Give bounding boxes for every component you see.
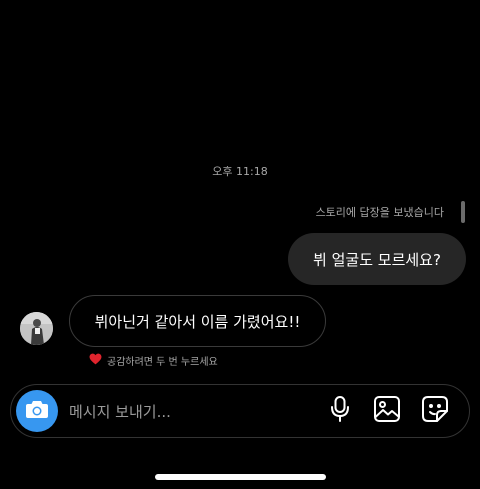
sticker-button[interactable] bbox=[420, 396, 450, 426]
gallery-button[interactable] bbox=[372, 396, 402, 426]
message-timestamp: 오후 11:18 bbox=[212, 165, 268, 178]
sent-message-text: 뷔 얼굴도 모르세요? bbox=[313, 250, 441, 269]
message-input[interactable]: 메시지 보내기... bbox=[69, 385, 319, 437]
sent-message-bubble[interactable]: 뷔 얼굴도 모르세요? bbox=[288, 233, 466, 285]
camera-icon bbox=[25, 399, 49, 423]
message-input-placeholder: 메시지 보내기... bbox=[69, 402, 171, 421]
message-composer: 메시지 보내기... bbox=[10, 384, 470, 438]
story-reply-note: 스토리에 답장을 보냈습니다 bbox=[315, 206, 444, 219]
image-icon bbox=[373, 395, 401, 427]
sticker-icon bbox=[421, 395, 449, 427]
microphone-icon bbox=[329, 395, 351, 427]
reaction-hint-text: 공감하려면 두 번 누르세요 bbox=[107, 356, 218, 368]
received-message-text: 뷔아닌거 같아서 이름 가렸어요!! bbox=[94, 312, 301, 331]
reaction-hint[interactable]: 공감하려면 두 번 누르세요 bbox=[89, 352, 218, 368]
microphone-button[interactable] bbox=[325, 396, 355, 426]
camera-button[interactable] bbox=[16, 390, 58, 432]
story-reply-indicator bbox=[461, 201, 465, 223]
received-message-bubble[interactable]: 뷔아닌거 같아서 이름 가렸어요!! bbox=[69, 295, 326, 347]
heart-icon bbox=[89, 353, 102, 368]
home-indicator[interactable] bbox=[155, 474, 326, 480]
avatar-image bbox=[20, 312, 53, 345]
sender-avatar[interactable] bbox=[20, 312, 53, 345]
